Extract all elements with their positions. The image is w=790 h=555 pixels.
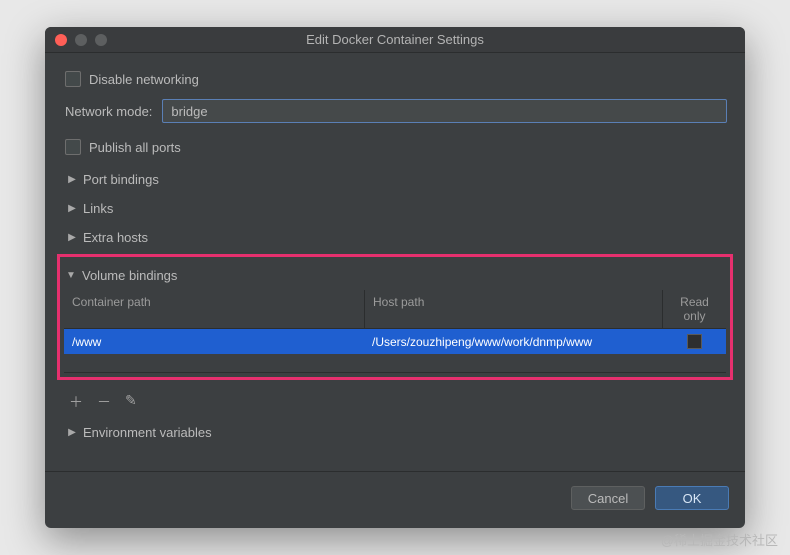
- read-only-checkbox[interactable]: [687, 334, 702, 349]
- network-mode-label: Network mode:: [65, 104, 152, 119]
- disable-networking-row[interactable]: Disable networking: [63, 67, 727, 97]
- dialog-footer: Cancel OK: [45, 471, 745, 528]
- section-links[interactable]: ▶ Links: [63, 194, 727, 223]
- ok-button[interactable]: OK: [655, 486, 729, 510]
- dialog-window: Edit Docker Container Settings Disable n…: [45, 27, 745, 528]
- window-title: Edit Docker Container Settings: [45, 32, 745, 47]
- section-label: Links: [83, 201, 113, 216]
- col-host-path[interactable]: Host path: [364, 290, 662, 328]
- add-icon[interactable]: ＋: [69, 392, 83, 412]
- cancel-button[interactable]: Cancel: [571, 486, 645, 510]
- volume-table-body: /www /Users/zouzhipeng/www/work/dnmp/www: [64, 329, 726, 373]
- watermark-text: @稀土掘金技术社区: [661, 530, 778, 549]
- network-mode-row: Network mode:: [63, 97, 727, 135]
- section-extra-hosts[interactable]: ▶ Extra hosts: [63, 223, 727, 252]
- section-label: Port bindings: [83, 172, 159, 187]
- chevron-down-icon: ▼: [64, 270, 78, 281]
- publish-all-ports-row[interactable]: Publish all ports: [63, 135, 727, 165]
- section-volume-bindings[interactable]: ▼ Volume bindings: [64, 261, 726, 290]
- cell-container-path[interactable]: /www: [64, 330, 364, 354]
- titlebar: Edit Docker Container Settings: [45, 27, 745, 53]
- col-read-only[interactable]: Read only: [662, 290, 726, 328]
- section-label: Volume bindings: [82, 268, 177, 283]
- cell-read-only[interactable]: [662, 329, 726, 354]
- chevron-right-icon: ▶: [65, 203, 79, 214]
- volume-bindings-highlight: ▼ Volume bindings Container path Host pa…: [57, 254, 733, 380]
- disable-networking-checkbox[interactable]: [65, 71, 81, 87]
- publish-all-ports-checkbox[interactable]: [65, 139, 81, 155]
- publish-all-ports-label: Publish all ports: [89, 140, 181, 155]
- table-row[interactable]: /www /Users/zouzhipeng/www/work/dnmp/www: [64, 329, 726, 354]
- section-port-bindings[interactable]: ▶ Port bindings: [63, 165, 727, 194]
- edit-icon[interactable]: ✎: [125, 392, 137, 412]
- row-toolbar: ＋ － ✎: [63, 384, 727, 418]
- section-environment-variables[interactable]: ▶ Environment variables: [63, 418, 727, 447]
- section-label: Environment variables: [83, 425, 212, 440]
- col-container-path[interactable]: Container path: [64, 290, 364, 328]
- cell-host-path[interactable]: /Users/zouzhipeng/www/work/dnmp/www: [364, 330, 662, 354]
- volume-table-header: Container path Host path Read only: [64, 290, 726, 329]
- dialog-content: Disable networking Network mode: Publish…: [45, 53, 745, 461]
- chevron-right-icon: ▶: [65, 427, 79, 438]
- chevron-right-icon: ▶: [65, 232, 79, 243]
- disable-networking-label: Disable networking: [89, 72, 199, 87]
- chevron-right-icon: ▶: [65, 174, 79, 185]
- section-label: Extra hosts: [83, 230, 148, 245]
- network-mode-input[interactable]: [162, 99, 727, 123]
- remove-icon[interactable]: －: [97, 392, 111, 412]
